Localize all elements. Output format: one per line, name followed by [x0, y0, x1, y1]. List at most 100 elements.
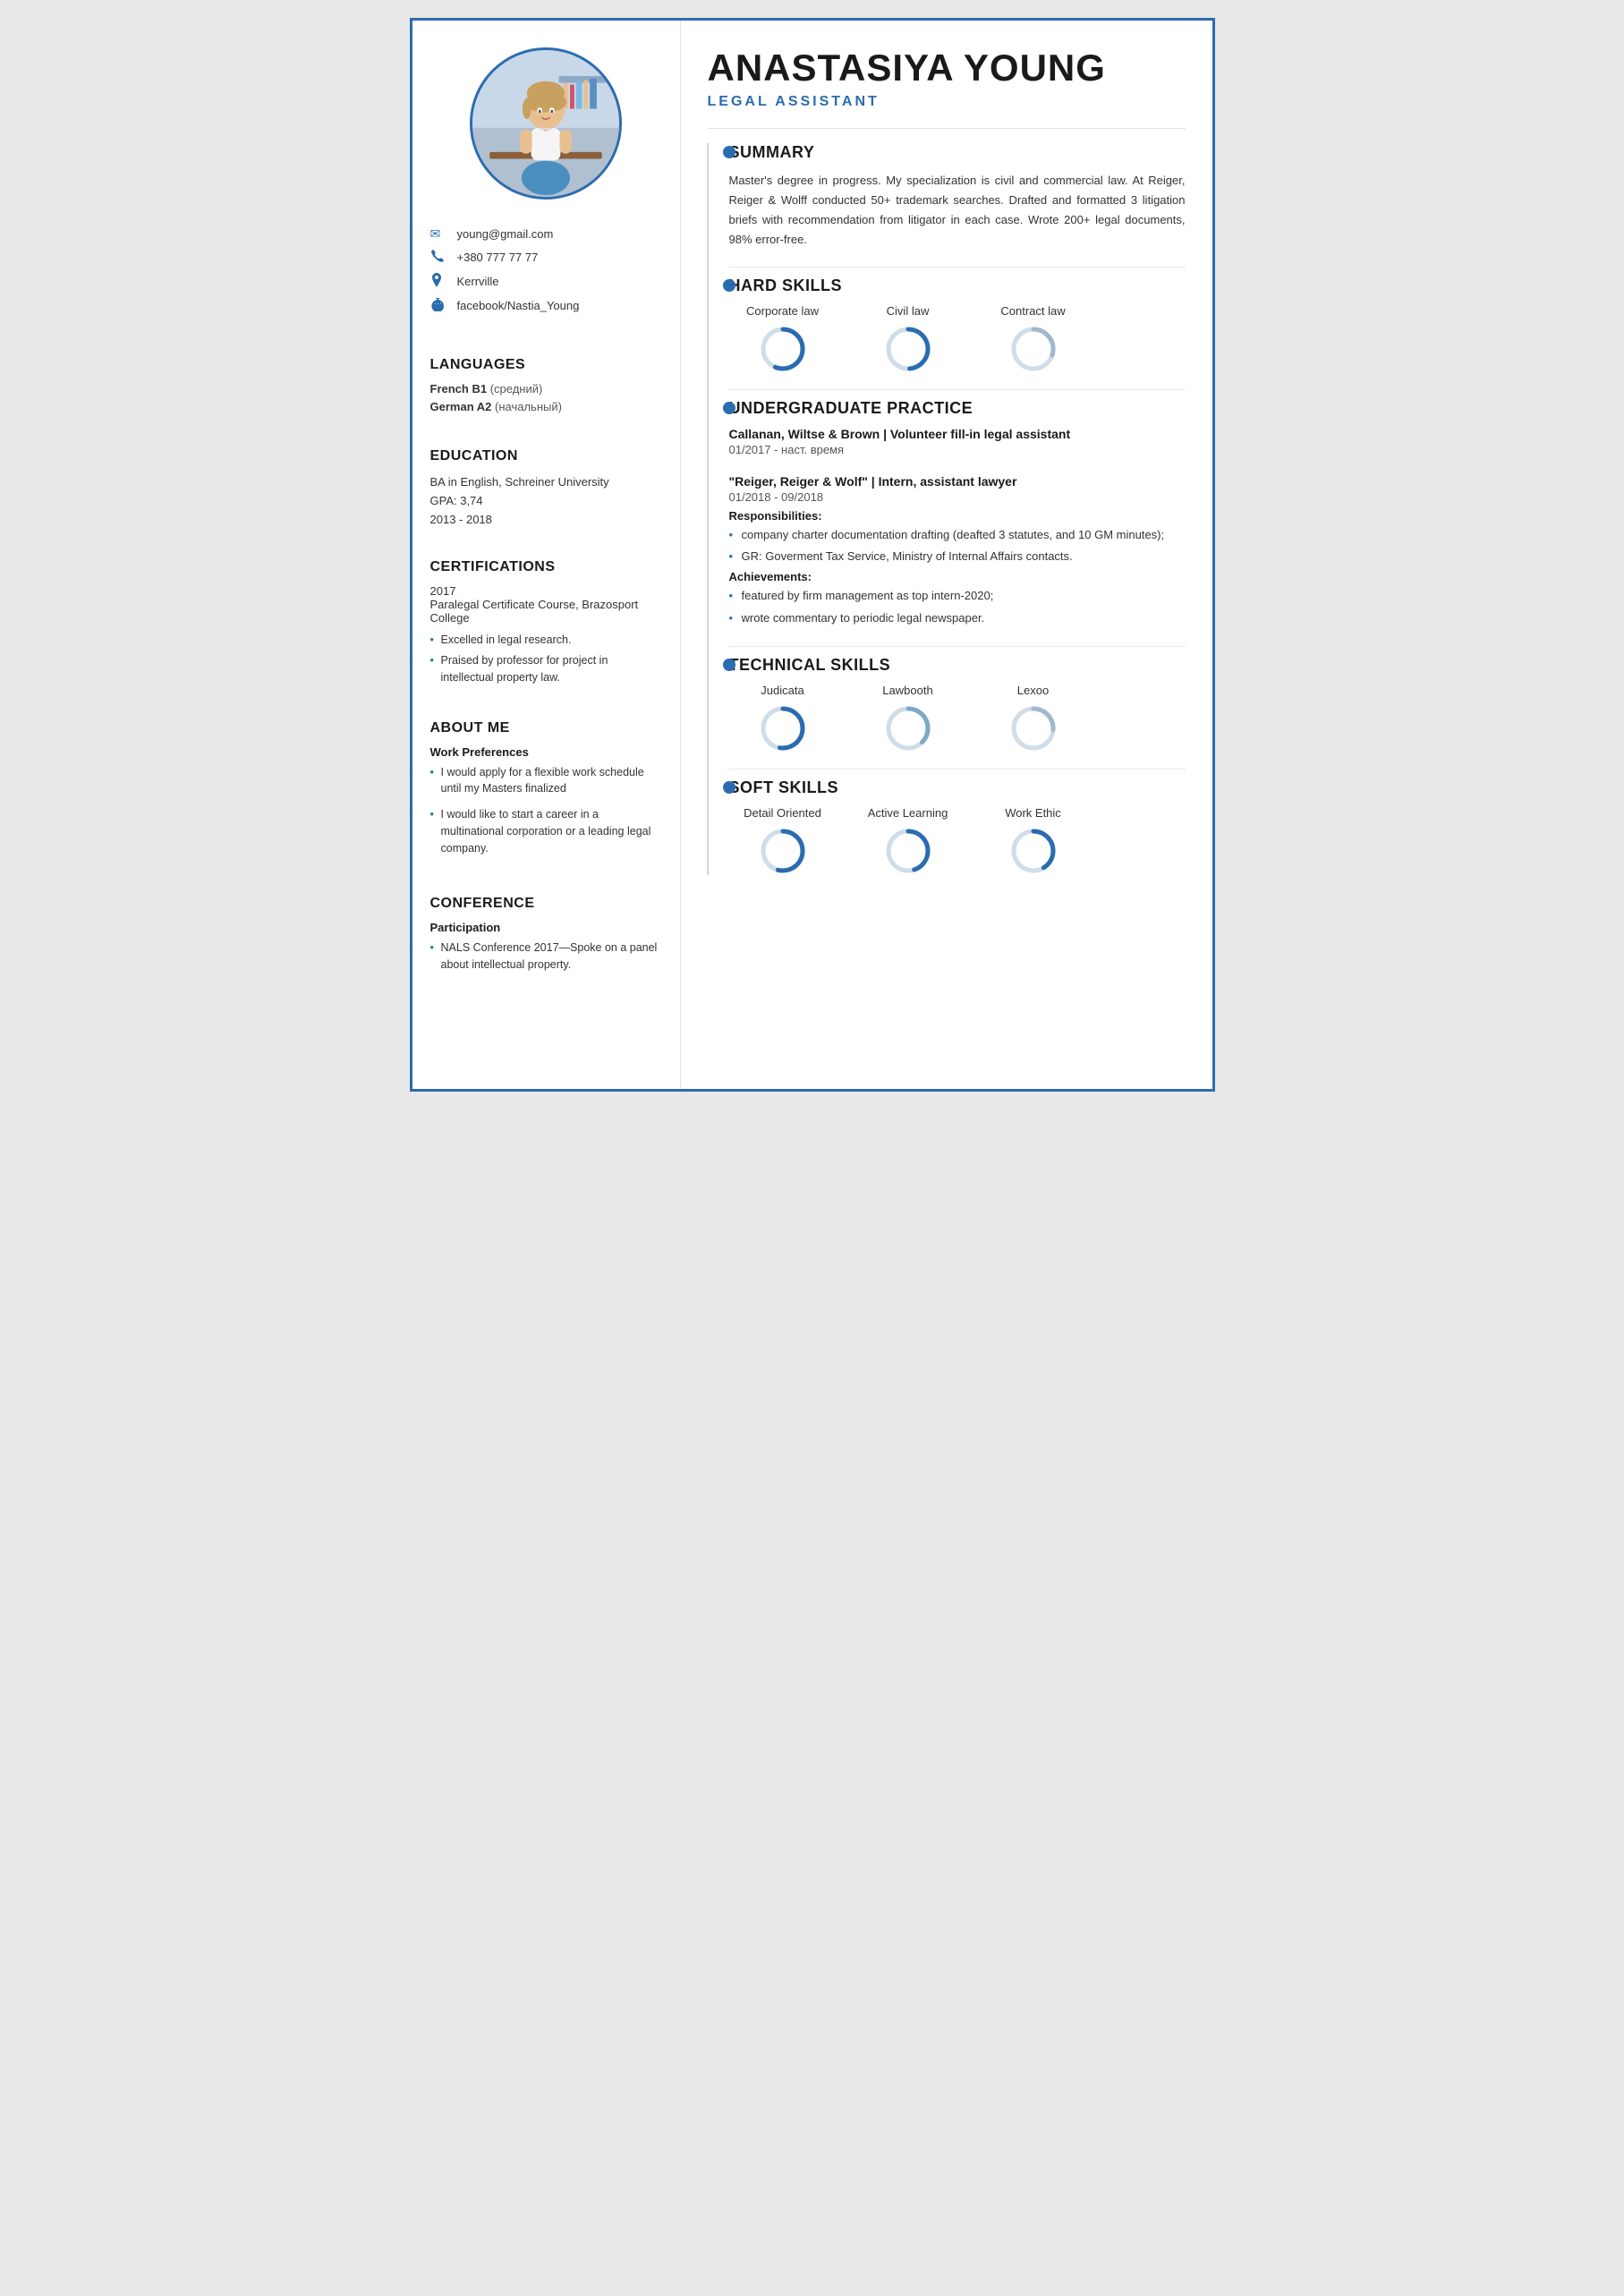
social-icon — [430, 297, 450, 314]
cert-name: Paralegal Certificate Course, Brazosport… — [430, 598, 662, 625]
divider-5 — [729, 769, 1186, 770]
divider-3 — [729, 389, 1186, 390]
soft-skills-title: SOFT SKILLS — [729, 778, 1186, 797]
hard-skills-title: HARD SKILLS — [729, 276, 1186, 295]
contact-phone: +380 777 77 77 — [430, 249, 662, 266]
skill-detail-oriented: Detail Oriented — [729, 806, 837, 875]
contact-location: Kerrville — [430, 273, 662, 290]
conference-bullets: NALS Conference 2017—Spoke on a panel ab… — [430, 940, 662, 974]
technical-skills-row: Judicata Lawbooth — [729, 684, 1186, 753]
practice-section: UNDERGRADUATE PRACTICE Callanan, Wiltse … — [729, 399, 1186, 628]
practice-date-2: 01/2018 - 09/2018 — [729, 490, 1186, 504]
timeline-dot-soft-skills — [723, 781, 735, 794]
skill-label-detail: Detail Oriented — [744, 806, 821, 820]
skill-label-active: Active Learning — [868, 806, 948, 820]
certifications-title: CERTIFICATIONS — [430, 559, 662, 575]
divider-1 — [708, 128, 1186, 129]
about-title: ABOUT ME — [430, 720, 662, 736]
avatar-image — [472, 50, 619, 197]
resp-bullet-1: company charter documentation drafting (… — [729, 526, 1186, 545]
skill-label-lawbooth: Lawbooth — [882, 684, 932, 697]
skill-label-work-ethic: Work Ethic — [1005, 806, 1061, 820]
timeline-dot-tech-skills — [723, 659, 735, 671]
about-section: ABOUT ME Work Preferences I would apply … — [430, 706, 662, 866]
timeline-line — [707, 143, 709, 875]
hard-skills-row: Corporate law Civil law — [729, 304, 1186, 373]
practice-company-2: "Reiger, Reiger & Wolf" | Intern, assist… — [729, 474, 1186, 489]
responsibilities-list: company charter documentation drafting (… — [729, 526, 1186, 567]
resume-container: ✉ young@gmail.com +380 777 77 77 Kerrvil… — [410, 18, 1215, 1092]
certifications-section: CERTIFICATIONS 2017 Paralegal Certificat… — [430, 545, 662, 689]
summary-text: Master's degree in progress. My speciali… — [729, 171, 1186, 250]
education-section: EDUCATION BA in English, Schreiner Unive… — [430, 434, 662, 529]
practice-date-1: 01/2017 - наст. время — [729, 443, 1186, 456]
achievements-label: Achievements: — [729, 570, 1186, 583]
skill-lawbooth: Lawbooth — [855, 684, 962, 753]
ach-bullet-1: featured by firm management as top inter… — [729, 587, 1186, 606]
skill-label-lexoo: Lexoo — [1017, 684, 1049, 697]
contact-list: ✉ young@gmail.com +380 777 77 77 Kerrvil… — [430, 226, 662, 321]
cert-bullet-2: Praised by professor for project in inte… — [430, 652, 662, 686]
summary-section: SUMMARY Master's degree in progress. My … — [729, 143, 1186, 250]
practice-entry-2: "Reiger, Reiger & Wolf" | Intern, assist… — [729, 474, 1186, 628]
about-bullets-list: I would apply for a flexible work schedu… — [430, 764, 662, 857]
cert-bullet-1: Excelled in legal research. — [430, 632, 662, 649]
skill-civil-law: Civil law — [855, 304, 962, 373]
technical-skills-section: TECHNICAL SKILLS Judicata — [729, 656, 1186, 753]
conference-section: CONFERENCE Participation NALS Conference… — [430, 881, 662, 977]
skill-circle-detail — [759, 827, 807, 875]
contact-social: facebook/Nastia_Young — [430, 297, 662, 314]
soft-skills-row: Detail Oriented Active Learning — [729, 806, 1186, 875]
conference-title: CONFERENCE — [430, 896, 662, 912]
skill-label-judicata: Judicata — [761, 684, 803, 697]
practice-title: UNDERGRADUATE PRACTICE — [729, 399, 1186, 418]
contact-email: ✉ young@gmail.com — [430, 226, 662, 242]
languages-section: LANGUAGES French B1 (средний) German A2 … — [430, 343, 662, 418]
skill-circle-active — [884, 827, 932, 875]
skill-circle-lexoo — [1009, 704, 1058, 753]
languages-title: LANGUAGES — [430, 357, 662, 373]
skill-circle-lawbooth — [884, 704, 932, 753]
skill-circle-work-ethic — [1009, 827, 1058, 875]
avatar — [470, 47, 622, 200]
divider-2 — [729, 267, 1186, 268]
cert-year: 2017 — [430, 584, 662, 598]
language-german: German A2 (начальный) — [430, 400, 662, 413]
location-icon — [430, 273, 450, 290]
skill-circle-judicata — [759, 704, 807, 753]
achievements-list: featured by firm management as top inter… — [729, 587, 1186, 628]
skill-active-learning: Active Learning — [855, 806, 962, 875]
phone-icon — [430, 249, 450, 266]
summary-title: SUMMARY — [729, 143, 1186, 162]
candidate-role: LEGAL ASSISTANT — [708, 94, 1186, 110]
skill-contract-law: Contract law — [980, 304, 1087, 373]
resp-bullet-2: GR: Goverment Tax Service, Ministry of I… — [729, 548, 1186, 566]
sidebar: ✉ young@gmail.com +380 777 77 77 Kerrvil… — [412, 21, 681, 1089]
cert-bullets-list: Excelled in legal research. Praised by p… — [430, 632, 662, 685]
candidate-name: ANASTASIYA YOUNG — [708, 47, 1186, 89]
timeline-wrapper: SUMMARY Master's degree in progress. My … — [708, 143, 1186, 875]
avatar-container — [430, 47, 662, 200]
skill-circle-contract — [1009, 325, 1058, 373]
skill-circle-civil — [884, 325, 932, 373]
practice-entry-1: Callanan, Wiltse & Brown | Volunteer fil… — [729, 427, 1186, 456]
main-content: ANASTASIYA YOUNG LEGAL ASSISTANT SUMMARY… — [681, 21, 1212, 1089]
practice-company-1: Callanan, Wiltse & Brown | Volunteer fil… — [729, 427, 1186, 441]
email-icon: ✉ — [430, 226, 450, 242]
language-french: French B1 (средний) — [430, 382, 662, 395]
timeline-dot-hard-skills — [723, 279, 735, 292]
divider-4 — [729, 646, 1186, 647]
work-preferences-subtitle: Work Preferences — [430, 745, 662, 759]
skill-judicata: Judicata — [729, 684, 837, 753]
education-details: BA in English, Schreiner University GPA:… — [430, 473, 662, 529]
skill-work-ethic: Work Ethic — [980, 806, 1087, 875]
skill-lexoo: Lexoo — [980, 684, 1087, 753]
skill-circle-corporate — [759, 325, 807, 373]
about-bullet-1: I would apply for a flexible work schedu… — [430, 764, 662, 798]
timeline-dot-summary — [723, 146, 735, 158]
ach-bullet-2: wrote commentary to periodic legal newsp… — [729, 609, 1186, 628]
skill-label-civil: Civil law — [887, 304, 930, 318]
technical-skills-title: TECHNICAL SKILLS — [729, 656, 1186, 675]
soft-skills-section: SOFT SKILLS Detail Oriented — [729, 778, 1186, 875]
conference-bullet-1: NALS Conference 2017—Spoke on a panel ab… — [430, 940, 662, 974]
